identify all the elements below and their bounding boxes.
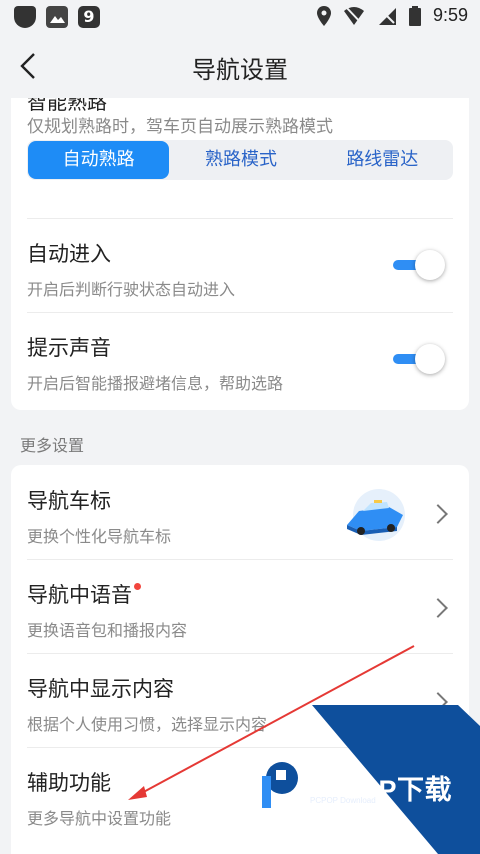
- list-item-nav-car-icon[interactable]: 导航车标 更换个性化导航车标: [11, 465, 469, 559]
- page-title: 导航设置: [192, 56, 288, 84]
- prompt-sound-subtitle: 开启后智能播报避堵信息，帮助选路: [27, 374, 284, 393]
- nav-car-icon-title: 导航车标: [27, 489, 111, 513]
- segment-auto-familiar-route[interactable]: 自动熟路: [28, 141, 170, 179]
- prompt-sound-row[interactable]: 提示声音 开启后智能播报避堵信息，帮助选路: [11, 312, 469, 406]
- auto-enter-subtitle: 开启后判断行驶状态自动进入: [27, 280, 236, 299]
- auto-enter-toggle[interactable]: [393, 250, 445, 280]
- location-icon: [316, 5, 331, 26]
- segment-familiar-route-mode[interactable]: 熟路模式: [170, 140, 311, 180]
- watermark-subtext: PCPOP Download: [310, 796, 376, 805]
- new-badge-dot: [134, 583, 141, 590]
- navigation-options-card: 智能熟路 仅规划熟路时，驾车页自动展示熟路模式 自动熟路 熟路模式 路线雷达 自…: [11, 98, 469, 410]
- auto-enter-title: 自动进入: [27, 242, 111, 266]
- nav-car-icon-subtitle: 更换个性化导航车标: [27, 527, 172, 546]
- display-content-title: 导航中显示内容: [27, 677, 174, 701]
- chevron-right-icon: [428, 598, 448, 618]
- header: 导航设置: [0, 34, 480, 98]
- list-item-display-content[interactable]: 导航中显示内容 根据个人使用习惯，选择显示内容: [11, 653, 469, 747]
- chevron-right-icon: [428, 692, 448, 712]
- signal-off-icon: [378, 7, 396, 25]
- accessibility-subtitle: 更多导航中设置功能: [27, 809, 172, 828]
- route-mode-description: 仅规划熟路时，驾车页自动展示熟路模式: [27, 117, 333, 137]
- clock: 9:59: [432, 5, 468, 25]
- chevron-right-icon: [428, 504, 448, 524]
- shield-icon: [14, 6, 36, 28]
- app-9-icon: 9: [78, 6, 100, 28]
- car-icon: [347, 489, 405, 541]
- prompt-sound-toggle[interactable]: [393, 344, 445, 374]
- segment-route-radar[interactable]: 路线雷达: [312, 140, 453, 180]
- wifi-off-icon: [343, 5, 364, 26]
- list-item-nav-voice[interactable]: 导航中语音 更换语音包和播报内容: [11, 559, 469, 653]
- auto-enter-row[interactable]: 自动进入 开启后判断行驶状态自动进入: [11, 218, 469, 312]
- accessibility-title: 辅助功能: [27, 771, 111, 795]
- section-label-more-settings: 更多设置: [20, 436, 85, 455]
- nav-voice-subtitle: 更换语音包和播报内容: [27, 621, 188, 640]
- nav-voice-title: 导航中语音: [27, 579, 141, 609]
- status-bar: 9 9:59: [0, 0, 480, 34]
- image-icon: [46, 6, 68, 28]
- route-mode-segment: 自动熟路 熟路模式 路线雷达: [27, 140, 453, 180]
- display-content-subtitle: 根据个人使用习惯，选择显示内容: [27, 715, 268, 734]
- battery-icon: [408, 5, 421, 26]
- prompt-sound-title: 提示声音: [27, 336, 111, 360]
